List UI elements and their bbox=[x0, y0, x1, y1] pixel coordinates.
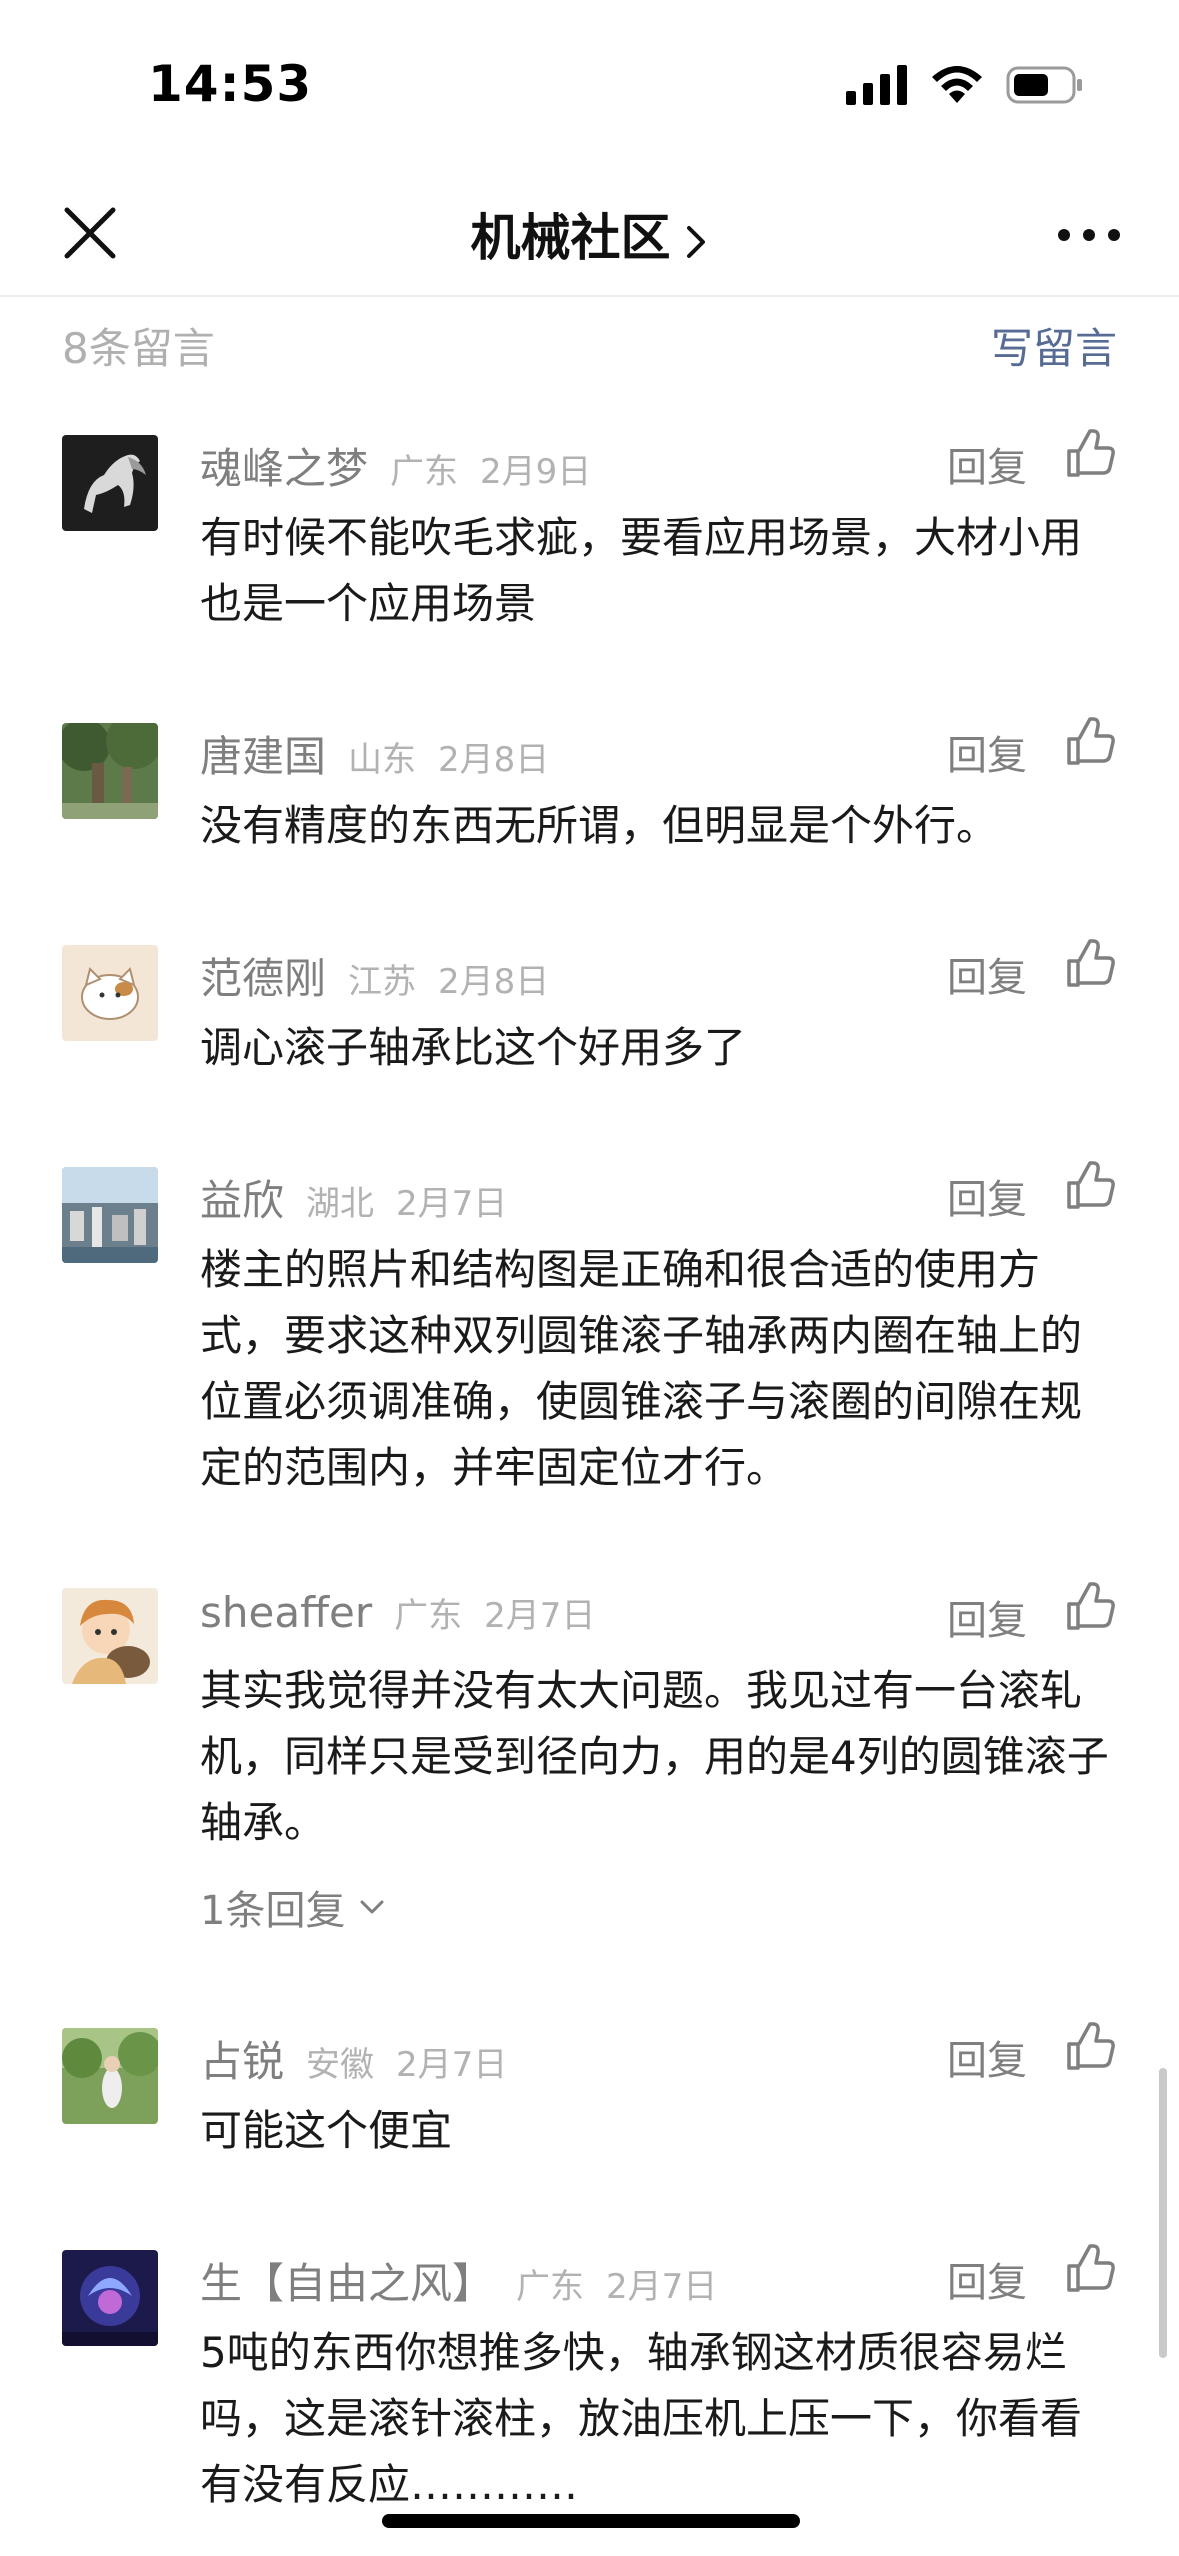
comment-meta: 生【自由之风】 广东 2月7日 bbox=[200, 2250, 717, 2310]
comment-author[interactable]: 占锐 bbox=[200, 2028, 284, 2089]
comment-location: 安徽 bbox=[306, 2045, 375, 2085]
thumbs-up-icon[interactable] bbox=[1063, 1580, 1117, 1634]
status-time: 14:53 bbox=[148, 55, 313, 113]
expand-replies-button[interactable]: 1条回复 bbox=[200, 1878, 385, 1936]
comment-location: 山东 bbox=[348, 740, 417, 780]
comment-author[interactable]: sheaffer bbox=[200, 1588, 372, 1637]
comment-text: 有时候不能吹毛求疵，要看应用场景，大材小用也是一个应用场景 bbox=[200, 513, 1083, 628]
replies-count: 1条回复 bbox=[200, 1888, 346, 1934]
chevron-down-icon bbox=[360, 1900, 384, 1914]
comment-count: 8条留言 bbox=[62, 324, 215, 373]
comment-date: 2月7日 bbox=[396, 2045, 508, 2085]
nav-title[interactable]: 机械社区 bbox=[0, 198, 1179, 270]
comment-header: 8条留言 写留言 bbox=[0, 305, 1179, 375]
chevron-right-icon bbox=[686, 225, 705, 258]
cellular-signal-icon bbox=[846, 65, 907, 105]
battery-icon bbox=[1006, 66, 1082, 104]
comment-author[interactable]: 益欣 bbox=[200, 1167, 284, 1228]
more-icon[interactable] bbox=[1054, 215, 1124, 255]
thumbs-up-icon[interactable] bbox=[1063, 715, 1117, 769]
avatar[interactable] bbox=[62, 435, 158, 531]
reply-button[interactable]: 回复 bbox=[947, 2250, 1027, 2308]
comment-text: 5吨的东西你想推多快，轴承钢这材质很容易烂吗，这是滚针滚柱，放油压机上压一下，你… bbox=[200, 2328, 1083, 2509]
comment-text: 调心滚子轴承比这个好用多了 bbox=[200, 1023, 747, 1072]
comment-author[interactable]: 范德刚 bbox=[200, 945, 326, 1006]
comment-author[interactable]: 魂峰之梦 bbox=[200, 435, 368, 496]
avatar[interactable] bbox=[62, 2250, 158, 2346]
comment-date: 2月8日 bbox=[438, 962, 550, 1002]
nav-title-text: 机械社区 bbox=[470, 209, 671, 267]
comment-location: 广东 bbox=[394, 1596, 463, 1636]
thumbs-up-icon[interactable] bbox=[1063, 427, 1117, 481]
reply-button[interactable]: 回复 bbox=[947, 945, 1027, 1003]
avatar[interactable] bbox=[62, 1588, 158, 1684]
comment-date: 2月9日 bbox=[480, 452, 592, 492]
reply-button[interactable]: 回复 bbox=[947, 1588, 1027, 1646]
status-bar: 14:53 bbox=[0, 0, 1179, 170]
comment-text: 可能这个便宜 bbox=[200, 2106, 453, 2155]
comment-location: 广东 bbox=[390, 452, 459, 492]
comment-author[interactable]: 生【自由之风】 bbox=[200, 2250, 494, 2311]
avatar[interactable] bbox=[62, 1167, 158, 1263]
avatar[interactable] bbox=[62, 945, 158, 1041]
reply-button[interactable]: 回复 bbox=[947, 2028, 1027, 2086]
comment-meta: 益欣 湖北 2月7日 bbox=[200, 1167, 507, 1227]
comment-meta: sheaffer 广东 2月7日 bbox=[200, 1588, 595, 1648]
reply-button[interactable]: 回复 bbox=[947, 1167, 1027, 1225]
comment-meta: 范德刚 江苏 2月8日 bbox=[200, 945, 549, 1005]
comment-location: 江苏 bbox=[348, 962, 417, 1002]
home-indicator[interactable] bbox=[382, 2514, 800, 2528]
comment-author[interactable]: 唐建国 bbox=[200, 723, 326, 784]
avatar[interactable] bbox=[62, 723, 158, 819]
thumbs-up-icon[interactable] bbox=[1063, 2242, 1117, 2296]
wifi-icon bbox=[932, 66, 982, 103]
comment-meta: 魂峰之梦 广东 2月9日 bbox=[200, 435, 591, 495]
comment-meta: 唐建国 山东 2月8日 bbox=[200, 723, 549, 783]
comment-text: 其实我觉得并没有太大问题。我见过有一台滚轧机，同样只是受到径向力，用的是4列的圆… bbox=[200, 1666, 1109, 1847]
comment-date: 2月7日 bbox=[484, 1596, 596, 1636]
thumbs-up-icon[interactable] bbox=[1063, 937, 1117, 991]
comment-location: 湖北 bbox=[306, 1184, 375, 1224]
comment-date: 2月8日 bbox=[438, 740, 550, 780]
status-icons bbox=[846, 60, 1084, 110]
avatar[interactable] bbox=[62, 2028, 158, 2124]
comment-date: 2月7日 bbox=[606, 2267, 718, 2307]
reply-button[interactable]: 回复 bbox=[947, 435, 1027, 493]
nav-bar: 机械社区 bbox=[0, 170, 1179, 297]
reply-button[interactable]: 回复 bbox=[947, 723, 1027, 781]
comment-location: 广东 bbox=[516, 2267, 585, 2307]
write-comment-button[interactable]: 写留言 bbox=[991, 315, 1117, 376]
comment-text: 楼主的照片和结构图是正确和很合适的使用方式，要求这种双列圆锥滚子轴承两内圈在轴上… bbox=[200, 1245, 1083, 1492]
comment-text: 没有精度的东西无所谓，但明显是个外行。 bbox=[200, 801, 999, 850]
comment-date: 2月7日 bbox=[396, 1184, 508, 1224]
thumbs-up-icon[interactable] bbox=[1063, 2020, 1117, 2074]
thumbs-up-icon[interactable] bbox=[1063, 1159, 1117, 1213]
scrollbar[interactable] bbox=[1159, 2068, 1167, 2358]
comment-meta: 占锐 安徽 2月7日 bbox=[200, 2028, 507, 2088]
